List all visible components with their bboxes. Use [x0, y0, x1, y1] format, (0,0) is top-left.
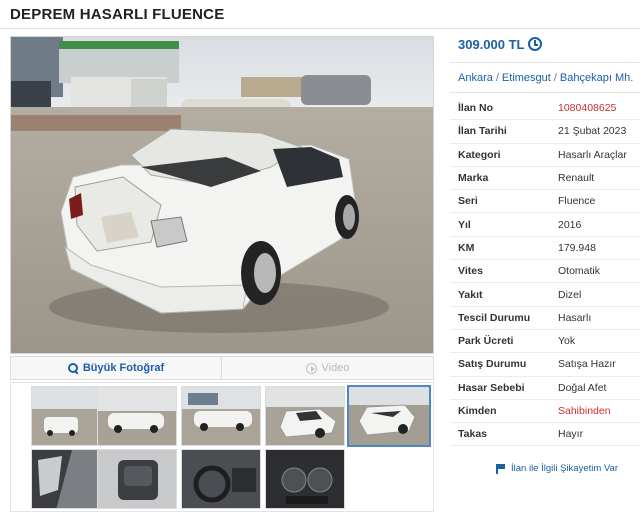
main-photo[interactable] — [10, 36, 434, 354]
attr-key: İlan No — [458, 102, 494, 115]
attr-value: Fluence — [558, 195, 596, 208]
location-divider — [450, 92, 640, 93]
attr-value: Hayır — [558, 428, 584, 441]
video-button[interactable]: Video — [222, 357, 433, 379]
listing-price: 309.000 TL — [458, 37, 525, 52]
attr-key: Marka — [458, 172, 489, 185]
attr-value: 1080408625 — [558, 102, 617, 115]
location-neighborhood[interactable]: Bahçekapı Mh. — [560, 72, 633, 84]
attr-value: Dizel — [558, 288, 582, 301]
attr-value: Yok — [558, 335, 576, 348]
attr-key: Kimden — [458, 405, 497, 417]
magnifier-icon — [67, 363, 78, 373]
history-icon[interactable] — [528, 37, 542, 51]
attr-value: 2016 — [558, 218, 582, 231]
attr-key: Vites — [458, 265, 483, 278]
attr-key: Takas — [458, 428, 487, 441]
attr-value: Satışa Hazır — [558, 358, 616, 371]
attr-key: Kategori — [458, 148, 501, 161]
attr-row: Yakıt Dizel — [450, 283, 640, 307]
attr-row: Yıl 2016 — [450, 213, 640, 237]
attr-row: Satış Durumu Satışa Hazır — [450, 353, 640, 377]
attr-value: Doğal Afet — [558, 381, 607, 394]
attr-row: Seri Fluence — [450, 190, 640, 214]
attr-key: Hasar Sebebi — [458, 381, 525, 394]
attr-value: 179.948 — [558, 241, 596, 254]
attr-row: Takas Hayır — [450, 423, 640, 447]
attr-key: Yıl — [458, 218, 471, 231]
attr-row: İlan No 1080408625 — [450, 97, 640, 121]
location-breadcrumb: Ankara / Etimesgut / Bahçekapı Mh. — [458, 72, 634, 84]
attr-value: Hasarlı — [558, 311, 592, 324]
report-label: İlan ile İlgili Şikayetim Var — [511, 463, 619, 474]
attr-key: Tescil Durumu — [458, 311, 531, 324]
attr-value: Otomatik — [558, 265, 601, 278]
attribute-table: İlan No 1080408625 İlan Tarihi 21 Şubat 20… — [450, 97, 640, 447]
attr-key: İlan Tarihi — [458, 125, 507, 138]
play-icon — [305, 362, 317, 374]
attr-row: Hasar Sebebi Doğal Afet — [450, 377, 640, 400]
attr-value: Sahibinden — [558, 405, 611, 417]
damaged-car-photo — [11, 37, 433, 353]
title-divider — [0, 28, 640, 29]
attr-key: Yakıt — [458, 288, 483, 301]
location-district[interactable]: Etimesgut — [502, 72, 551, 84]
thumbnail[interactable] — [97, 449, 177, 509]
attr-value: Renault — [558, 172, 595, 185]
thumbnail[interactable] — [181, 449, 261, 509]
price-divider — [450, 62, 640, 63]
thumbnail-gallery — [10, 382, 434, 512]
attr-key: Seri — [458, 195, 478, 208]
report-listing-link[interactable]: İlan ile İlgili Şikayetim Var — [496, 463, 618, 474]
location-city[interactable]: Ankara — [458, 72, 493, 84]
thumbnail[interactable] — [265, 449, 345, 509]
attr-value: Hasarlı Araçlar — [558, 148, 627, 161]
thumbnail[interactable] — [97, 386, 177, 446]
thumbnail[interactable] — [181, 386, 261, 446]
attr-row: İlan Tarihi 21 Şubat 2023 — [450, 120, 640, 144]
attr-row: Tescil Durumu Hasarlı — [450, 307, 640, 330]
listing-title: DEPREM HASARLI FLUENCE — [10, 6, 225, 23]
attr-key: KM — [458, 241, 475, 254]
attr-row: KM 179.948 — [450, 237, 640, 261]
attr-key: Park Ücreti — [458, 335, 514, 348]
attr-row: Park Ücreti Yok — [450, 330, 640, 354]
big-photo-button[interactable]: Büyük Fotoğraf — [11, 357, 222, 379]
photo-toolbar: Büyük Fotoğraf Video — [10, 356, 434, 380]
attr-row: Marka Renault — [450, 167, 640, 191]
flag-icon — [496, 463, 505, 474]
video-label: Video — [321, 362, 350, 374]
attr-row: Kategori Hasarlı Araçlar — [450, 144, 640, 167]
thumbnail[interactable] — [265, 386, 345, 446]
attr-row: Kimden Sahibinden — [450, 400, 640, 424]
attr-key: Satış Durumu — [458, 358, 527, 371]
attr-value: 21 Şubat 2023 — [558, 125, 627, 138]
thumbnail-active[interactable] — [347, 385, 431, 447]
attr-row: Vites Otomatik — [450, 260, 640, 284]
big-photo-label: Büyük Fotoğraf — [82, 362, 165, 374]
